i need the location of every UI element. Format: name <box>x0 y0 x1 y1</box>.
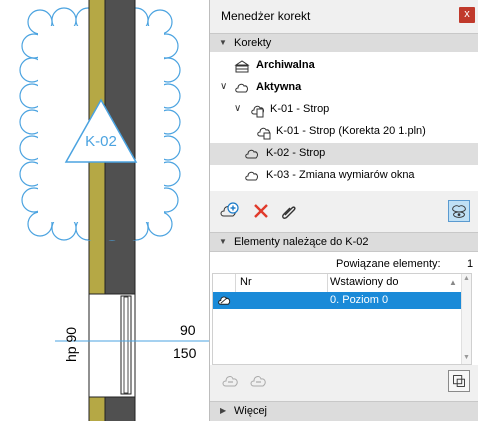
tree-item-label: K-01 - Strop (Korekta 20 1.pln) <box>276 125 426 137</box>
scroll-down-icon[interactable]: ▼ <box>463 354 470 361</box>
elements-toolbar <box>210 365 478 398</box>
delete-button[interactable] <box>250 200 272 222</box>
dimension-value-lower: 150 <box>173 345 197 361</box>
tree-item-label: K-01 - Strop <box>270 103 330 115</box>
cloud-icon <box>245 149 258 159</box>
tree-item-k03[interactable]: K-03 - Zmiana wymiarów okna <box>210 165 478 187</box>
cloud-icon <box>235 83 248 93</box>
dimension-label-rotated: hp 90 <box>63 327 79 362</box>
tree-item-k02[interactable]: K-02 - Strop <box>210 143 478 165</box>
cloud-lock-icon <box>257 127 271 140</box>
show-revisions-toggle[interactable] <box>448 200 470 222</box>
tree-item-k01-korekta[interactable]: K-01 - Strop (Korekta 20 1.pln) <box>210 121 478 143</box>
revision-manager-panel: Menedżer korekt x ▼ Korekty Archiwalna ∨… <box>209 0 478 421</box>
related-elements-count: 1 <box>467 258 474 270</box>
cloud-doc-icon <box>251 105 264 118</box>
attach-icon[interactable] <box>278 200 300 222</box>
table-header: Nr Wstawiony do ▲ <box>213 274 463 293</box>
section-label-korekty: Korekty <box>234 37 272 49</box>
collapse-triangle-icon: ▼ <box>219 38 227 47</box>
tree-item-label: Archiwalna <box>256 59 315 71</box>
column-header-wstawiony[interactable]: Wstawiony do <box>330 276 398 288</box>
revision-marker-label: K-02 <box>85 133 117 150</box>
section-header-elementy[interactable]: ▼ Elementy należące do K-02 <box>210 232 478 252</box>
remove-element-button[interactable] <box>248 370 270 392</box>
tree-item-aktywna[interactable]: ∨ Aktywna <box>210 77 478 99</box>
section-label-wiecej: Więcej <box>234 405 268 417</box>
tree-item-label: K-02 - Strop <box>266 147 326 159</box>
add-element-button[interactable] <box>220 370 242 392</box>
tree-item-label: Aktywna <box>256 81 302 93</box>
table-scrollbar[interactable]: ▲ ▼ <box>461 274 471 364</box>
dimension-value-upper: 90 <box>180 322 196 338</box>
revision-tree: Archiwalna ∨ Aktywna ∨ K-01 - Strop K-01… <box>210 52 478 191</box>
tree-item-archiwalna[interactable]: Archiwalna <box>210 55 478 77</box>
chevron-down-icon[interactable]: ∨ <box>220 81 227 92</box>
expand-triangle-icon: ▶ <box>220 406 227 415</box>
element-type-icon <box>218 296 231 305</box>
section-header-korekty[interactable]: ▼ Korekty <box>210 33 478 53</box>
related-elements-label: Powiązane elementy: <box>336 258 441 270</box>
panel-titlebar[interactable]: Menedżer korekt x <box>210 0 478 31</box>
panel-title: Menedżer korekt <box>221 9 311 23</box>
collapse-triangle-icon: ▼ <box>219 237 227 246</box>
add-revision-button[interactable] <box>218 200 240 222</box>
scroll-up-icon[interactable]: ▲ <box>463 275 470 282</box>
column-header-nr[interactable]: Nr <box>240 276 252 288</box>
sort-triangle-icon[interactable]: ▲ <box>449 278 457 287</box>
table-row[interactable]: 0. Poziom 0 <box>213 292 463 309</box>
tree-item-label: K-03 - Zmiana wymiarów okna <box>266 169 415 181</box>
revision-toolbar <box>210 191 478 232</box>
tree-item-k01[interactable]: ∨ K-01 - Strop <box>210 99 478 121</box>
select-elements-button[interactable] <box>448 370 470 392</box>
cloud-icon <box>245 171 258 181</box>
close-button[interactable]: x <box>459 7 475 23</box>
section-label-elementy: Elementy należące do K-02 <box>234 236 369 248</box>
archive-icon <box>234 60 250 73</box>
chevron-down-icon[interactable]: ∨ <box>234 103 241 114</box>
elements-table: Nr Wstawiony do ▲ 0. Poziom 0 ▲ ▼ <box>212 273 472 365</box>
section-header-wiecej[interactable]: ▶ Więcej <box>210 401 478 421</box>
cell-wstawiony: 0. Poziom 0 <box>330 294 389 306</box>
